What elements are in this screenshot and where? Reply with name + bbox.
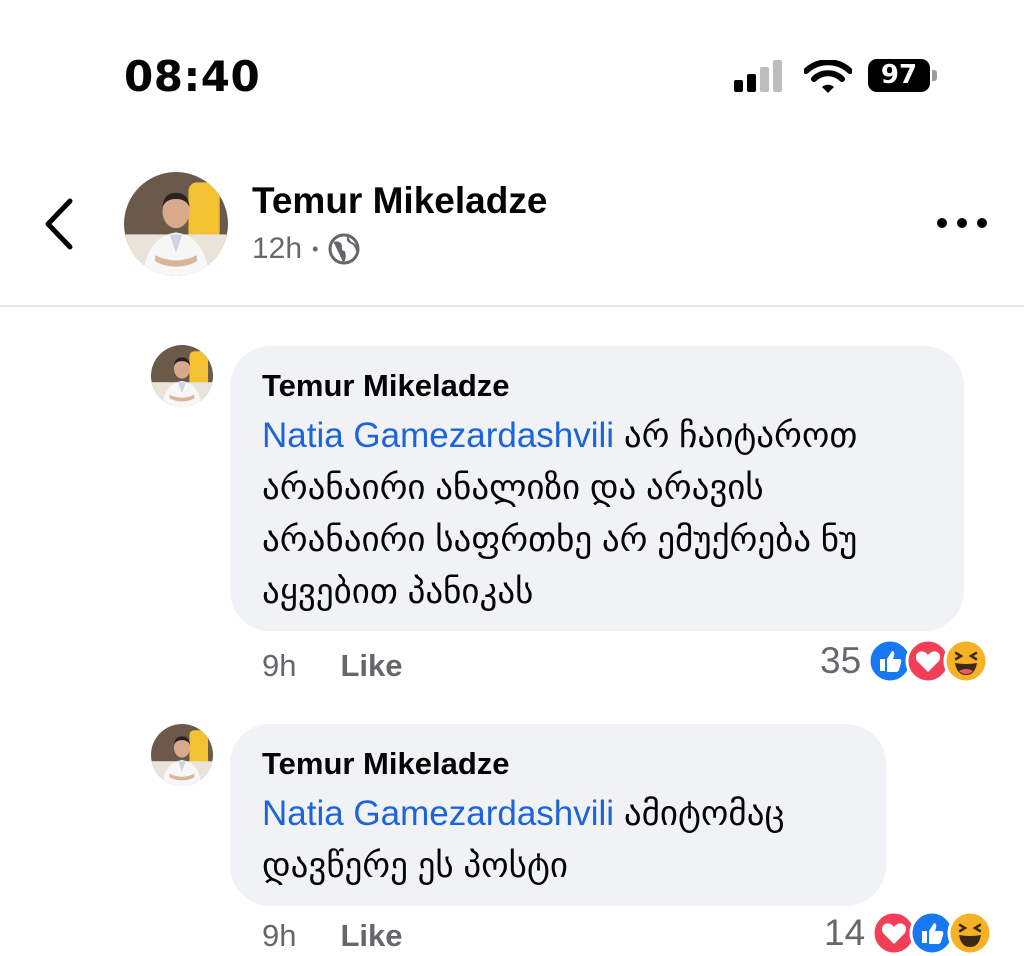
globe-icon [328,233,360,265]
post-meta: 12h • [252,232,360,266]
comment-avatar[interactable] [151,724,213,786]
wifi-icon [804,60,852,93]
more-options-icon[interactable] [934,212,990,234]
comment-author[interactable]: Temur Mikeladze [262,746,854,782]
comment-bubble: Temur Mikeladze Natia Gamezardashvili არ… [230,346,964,631]
comment-text-line: ამიტომაც [614,794,785,833]
comment-time[interactable]: 9h [262,918,296,954]
comment-text-line: არანაირი საფრთხე არ ემუქრება ნუ [262,520,858,559]
comment-author[interactable]: Temur Mikeladze [262,368,932,404]
battery-icon: 97 [868,59,930,92]
comment-text-line: დავწერე ეს პოსტი [262,846,568,885]
post-time[interactable]: 12h [252,232,302,266]
comment-mention[interactable]: Natia Gamezardashvili [262,416,614,455]
reaction-summary[interactable]: 35 [820,638,989,684]
comment-avatar[interactable] [151,345,213,407]
like-button[interactable]: Like [340,918,402,954]
comment-text: Natia Gamezardashvili არ ჩაიტაროთ არანაი… [262,410,932,618]
comment-text-line: არ ჩაიტაროთ [614,416,858,455]
haha-icon [943,638,989,684]
comment-actions: 9h Like [262,648,403,684]
header-divider [0,305,1024,307]
meta-separator: • [312,238,319,259]
cellular-signal-icon [734,58,788,94]
comment-mention[interactable]: Natia Gamezardashvili [262,794,614,833]
reaction-count: 14 [824,912,866,953]
status-indicators: 97 [734,58,944,96]
comment-bubble: Temur Mikeladze Natia Gamezardashvili ამ… [230,724,886,906]
comment-time[interactable]: 9h [262,648,296,684]
reaction-summary[interactable]: 14 [824,910,993,956]
comment-actions: 9h Like [262,918,403,954]
comment-text-line: აყვებით პანიკას [262,572,534,611]
battery-tip [932,70,937,81]
post-author-name[interactable]: Temur Mikeladze [252,180,547,222]
battery-level: 97 [880,60,918,90]
reaction-count: 35 [820,640,862,681]
haha-icon [947,910,993,956]
like-button[interactable]: Like [340,648,402,684]
back-chevron-icon[interactable] [38,196,82,252]
comment-text-line: არანაირი ანალიზი და არავის [262,468,764,507]
status-time: 08:40 [124,52,261,101]
comment-text: Natia Gamezardashvili ამიტომაც დავწერე ე… [262,788,854,892]
author-avatar[interactable] [124,172,228,276]
